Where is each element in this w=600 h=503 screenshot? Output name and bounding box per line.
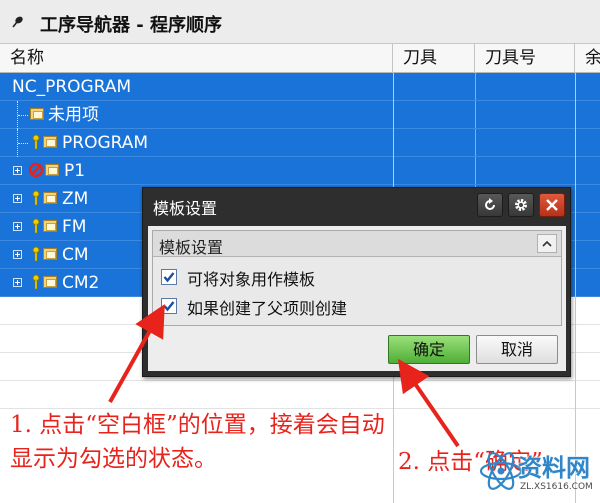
folder-icon (43, 276, 57, 288)
table-row[interactable]: P1 (0, 157, 600, 185)
stop-icon (28, 162, 44, 178)
key-icon (32, 274, 40, 290)
folder-icon (43, 220, 57, 232)
row-name: NC_PROGRAM (12, 77, 132, 97)
column-header-tool[interactable]: 刀具 (393, 44, 475, 73)
reset-button[interactable] (477, 193, 503, 217)
folder-icon (45, 164, 59, 176)
navigator-title-bar: 工序导航器 - 程序顺序 (0, 0, 600, 44)
folder-icon (43, 136, 57, 148)
row-name: CM2 (62, 273, 100, 293)
group-header[interactable]: 模板设置 (153, 231, 561, 257)
empty-row (0, 381, 600, 409)
checkmark-icon (163, 301, 175, 312)
expand-icon[interactable] (13, 278, 22, 287)
dialog-body: 模板设置 可将对象用作模板 如果创建了父项则创建 确定 取消 (148, 226, 566, 371)
pin-icon[interactable] (12, 14, 26, 28)
template-settings-dialog: 模板设置 模板设置 可将对象用作模板 如果创建了父项则创建 确定 取消 (142, 187, 571, 377)
column-header-stock[interactable]: 余 (575, 44, 600, 73)
expand-icon[interactable] (13, 222, 22, 231)
close-icon (546, 199, 558, 211)
watermark-url: ZL.XS1616.COM (520, 482, 593, 492)
annotation-note-1: 1. 点击“空白框”的位置，接着会自动显示为勾选的状态。 (10, 412, 385, 472)
table-row[interactable]: 未用项 (0, 101, 600, 129)
folder-icon (30, 108, 44, 120)
row-name: 未用项 (48, 105, 99, 125)
watermark: 资料网 ZL.XS1616.COM (478, 444, 596, 500)
use-as-template-checkbox[interactable] (161, 269, 177, 285)
table-row[interactable]: NC_PROGRAM (0, 73, 600, 101)
table-row[interactable]: PROGRAM (0, 129, 600, 157)
table-header: 名称 刀具 刀具号 余 (0, 44, 600, 73)
expand-icon[interactable] (13, 250, 22, 259)
reset-icon (485, 198, 495, 210)
column-header-tool-number[interactable]: 刀具号 (475, 44, 575, 73)
option-label: 如果创建了父项则创建 (187, 299, 348, 318)
column-header-name[interactable]: 名称 (0, 44, 393, 73)
row-name: PROGRAM (62, 133, 149, 153)
row-name: FM (62, 217, 87, 237)
checkmark-icon (163, 272, 175, 283)
row-name: ZM (62, 189, 89, 209)
folder-icon (43, 248, 57, 260)
cancel-button[interactable]: 取消 (476, 335, 558, 364)
ok-button[interactable]: 确定 (388, 335, 470, 364)
watermark-text: 资料网 (518, 454, 590, 482)
row-name: P1 (64, 161, 86, 181)
navigator-title: 工序导航器 - 程序顺序 (40, 15, 223, 36)
key-icon (32, 246, 40, 262)
row-name: CM (62, 245, 89, 265)
folder-icon (43, 192, 57, 204)
create-if-parent-checkbox[interactable] (161, 298, 177, 314)
collapse-button[interactable] (537, 234, 557, 253)
key-icon (32, 218, 40, 234)
option-label: 可将对象用作模板 (187, 270, 316, 289)
expand-icon[interactable] (13, 194, 22, 203)
template-settings-group: 模板设置 可将对象用作模板 如果创建了父项则创建 (152, 230, 562, 326)
dialog-title: 模板设置 (153, 199, 218, 218)
close-button[interactable] (539, 193, 565, 217)
settings-button[interactable] (508, 193, 534, 217)
gear-icon (515, 199, 527, 211)
key-icon (32, 134, 40, 150)
key-icon (32, 190, 40, 206)
chevron-up-icon (542, 240, 552, 247)
group-title: 模板设置 (159, 238, 224, 257)
expand-icon[interactable] (13, 166, 22, 175)
